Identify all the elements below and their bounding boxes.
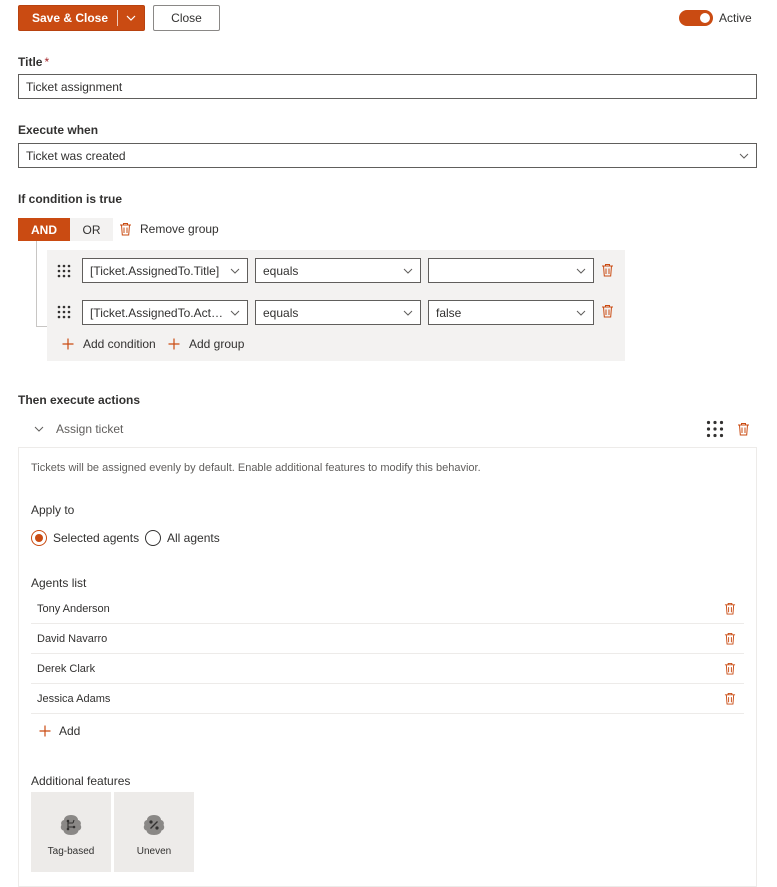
list-item: David Navarro bbox=[31, 624, 744, 654]
chevron-down-icon bbox=[403, 310, 413, 316]
save-options-dropdown[interactable] bbox=[118, 13, 144, 23]
or-button[interactable]: OR bbox=[70, 218, 113, 241]
delete-agent-button[interactable] bbox=[724, 632, 736, 648]
radio-circle bbox=[145, 530, 161, 546]
required-mark: * bbox=[44, 55, 50, 69]
percent-icon bbox=[143, 815, 165, 835]
add-agent-label: Add bbox=[59, 724, 81, 738]
title-input-value: Ticket assignment bbox=[26, 79, 123, 94]
save-close-split-button: Save & Close bbox=[18, 5, 145, 31]
condition-value-dropdown[interactable]: false bbox=[428, 300, 594, 325]
action-title: Assign ticket bbox=[56, 422, 124, 436]
condition-value-value: false bbox=[436, 305, 462, 320]
group-tree-line bbox=[36, 241, 37, 326]
remove-group-button[interactable]: Remove group bbox=[119, 222, 219, 236]
condition-operator-dropdown[interactable]: equals bbox=[255, 300, 421, 325]
trash-icon bbox=[738, 423, 749, 436]
delete-agent-button[interactable] bbox=[724, 602, 736, 618]
trash-icon bbox=[602, 264, 613, 277]
action-description: Tickets will be assigned evenly by defau… bbox=[31, 462, 481, 474]
condition-value-dropdown[interactable] bbox=[428, 258, 594, 283]
apply-to-label: Apply to bbox=[31, 503, 75, 517]
chevron-down-icon bbox=[403, 268, 413, 274]
execute-when-value: Ticket was created bbox=[26, 148, 126, 163]
chevron-down-icon bbox=[576, 310, 586, 316]
feature-uneven[interactable]: Uneven bbox=[114, 792, 194, 872]
delete-agent-button[interactable] bbox=[724, 692, 736, 708]
add-group-button[interactable]: Add group bbox=[168, 337, 244, 351]
condition-operator-dropdown[interactable]: equals bbox=[255, 258, 421, 283]
active-toggle[interactable] bbox=[679, 10, 713, 26]
execute-when-label: Execute when bbox=[18, 123, 99, 137]
trash-icon bbox=[724, 632, 736, 645]
trash-icon bbox=[724, 662, 736, 675]
list-item: Jessica Adams bbox=[31, 684, 744, 714]
title-input[interactable]: Ticket assignment bbox=[18, 74, 757, 99]
drag-handle-icon[interactable] bbox=[57, 305, 71, 322]
radio-circle bbox=[31, 530, 47, 546]
actions-label: Then execute actions bbox=[18, 393, 141, 407]
drag-handle-icon[interactable] bbox=[57, 264, 71, 281]
delete-condition-button[interactable] bbox=[601, 263, 614, 280]
add-agent-button[interactable]: Add bbox=[39, 724, 80, 738]
action-collapse-toggle[interactable]: Assign ticket bbox=[34, 422, 123, 436]
plus-icon bbox=[39, 725, 51, 737]
active-label: Active bbox=[719, 11, 752, 25]
list-item: Derek Clark bbox=[31, 654, 744, 684]
chevron-down-icon bbox=[230, 310, 240, 316]
trash-icon bbox=[724, 602, 736, 615]
plus-icon bbox=[168, 338, 180, 350]
trash-icon bbox=[602, 305, 613, 318]
condition-field-dropdown[interactable]: [Ticket.AssignedTo.Title] bbox=[82, 258, 248, 283]
radio-all-agents[interactable]: All agents bbox=[145, 530, 220, 546]
agent-name: Jessica Adams bbox=[37, 692, 111, 705]
radio-selected-agents-label: Selected agents bbox=[53, 531, 140, 545]
delete-agent-button[interactable] bbox=[724, 662, 736, 678]
radio-selected-agents[interactable]: Selected agents bbox=[31, 530, 139, 546]
execute-when-dropdown[interactable]: Ticket was created bbox=[18, 143, 757, 168]
title-label-text: Title bbox=[18, 55, 43, 69]
list-item: Tony Anderson bbox=[31, 594, 744, 624]
agent-name: Derek Clark bbox=[37, 662, 96, 675]
trash-icon bbox=[724, 692, 736, 705]
feature-tag-based-label: Tag-based bbox=[47, 846, 95, 857]
title-label: Title * bbox=[18, 55, 49, 69]
radio-all-agents-label: All agents bbox=[167, 531, 220, 545]
condition-label: If condition is true bbox=[18, 192, 122, 206]
save-close-button[interactable]: Save & Close bbox=[19, 11, 117, 25]
condition-field-dropdown[interactable]: [Ticket.AssignedTo.Activ... bbox=[82, 300, 248, 325]
condition-field-value: [Ticket.AssignedTo.Activ... bbox=[90, 305, 223, 320]
add-group-label: Add group bbox=[189, 337, 245, 351]
chevron-down-icon bbox=[34, 426, 44, 432]
add-condition-button[interactable]: Add condition bbox=[62, 337, 156, 351]
agents-list-label: Agents list bbox=[31, 576, 87, 590]
condition-operator-value: equals bbox=[263, 305, 299, 320]
drag-handle-icon[interactable] bbox=[706, 420, 724, 441]
chevron-down-icon bbox=[576, 268, 586, 274]
plus-icon bbox=[62, 338, 74, 350]
condition-field-value: [Ticket.AssignedTo.Title] bbox=[90, 263, 220, 278]
feature-uneven-label: Uneven bbox=[136, 846, 172, 857]
add-condition-label: Add condition bbox=[83, 337, 156, 351]
delete-action-button[interactable] bbox=[737, 422, 750, 439]
remove-group-label: Remove group bbox=[140, 222, 219, 236]
condition-operator-value: equals bbox=[263, 263, 299, 278]
close-button[interactable]: Close bbox=[153, 5, 220, 31]
agent-name: David Navarro bbox=[37, 632, 108, 645]
chevron-down-icon bbox=[739, 153, 749, 159]
and-button[interactable]: AND bbox=[18, 218, 70, 241]
chevron-down-icon bbox=[230, 268, 240, 274]
additional-features-label: Additional features bbox=[31, 774, 131, 788]
brain-tag-icon bbox=[60, 815, 82, 835]
trash-icon bbox=[120, 223, 131, 236]
feature-tag-based[interactable]: Tag-based bbox=[31, 792, 111, 872]
group-tree-connector bbox=[36, 326, 47, 327]
delete-condition-button[interactable] bbox=[601, 304, 614, 321]
chevron-down-icon bbox=[126, 15, 136, 21]
agent-name: Tony Anderson bbox=[37, 602, 110, 615]
toggle-knob bbox=[700, 13, 710, 23]
